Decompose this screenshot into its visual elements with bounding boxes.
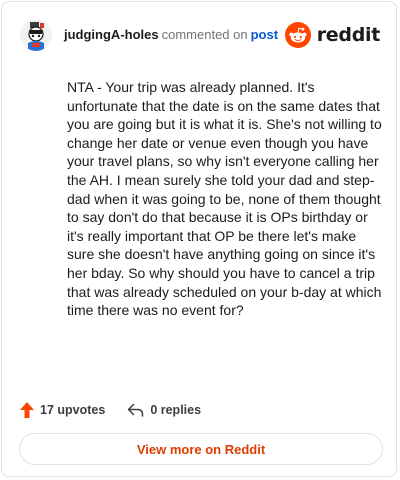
view-more-button[interactable]: View more on Reddit [19,433,383,465]
commented-on-text: commented on [161,27,248,42]
comment-header: judgingA-holes commented on post reddit [20,19,380,53]
reddit-wordmark: reddit [316,24,381,46]
upvote-arrow-icon [20,402,34,418]
avatar[interactable] [20,19,52,51]
username[interactable]: judgingA-holes [64,27,159,42]
post-link[interactable]: post [251,27,278,42]
upvote-count: 17 upvotes [40,403,106,417]
reply-arrow-icon [128,403,144,417]
avatar-image-icon [20,19,52,51]
reply-count: 0 replies [150,403,202,417]
comment-actions: 17 upvotes 0 replies [20,400,201,420]
reddit-brand[interactable]: reddit [284,21,381,49]
comment-meta: judgingA-holes commented on post [64,27,278,42]
reddit-logo-icon [284,22,311,48]
comment-body: NTA - Your trip was already planned. It'… [67,79,382,319]
upvote-button[interactable]: 17 upvotes [20,402,105,418]
comment-card: judgingA-holes commented on post reddit NT… [1,1,397,477]
reply-button[interactable]: 0 replies [127,403,201,417]
